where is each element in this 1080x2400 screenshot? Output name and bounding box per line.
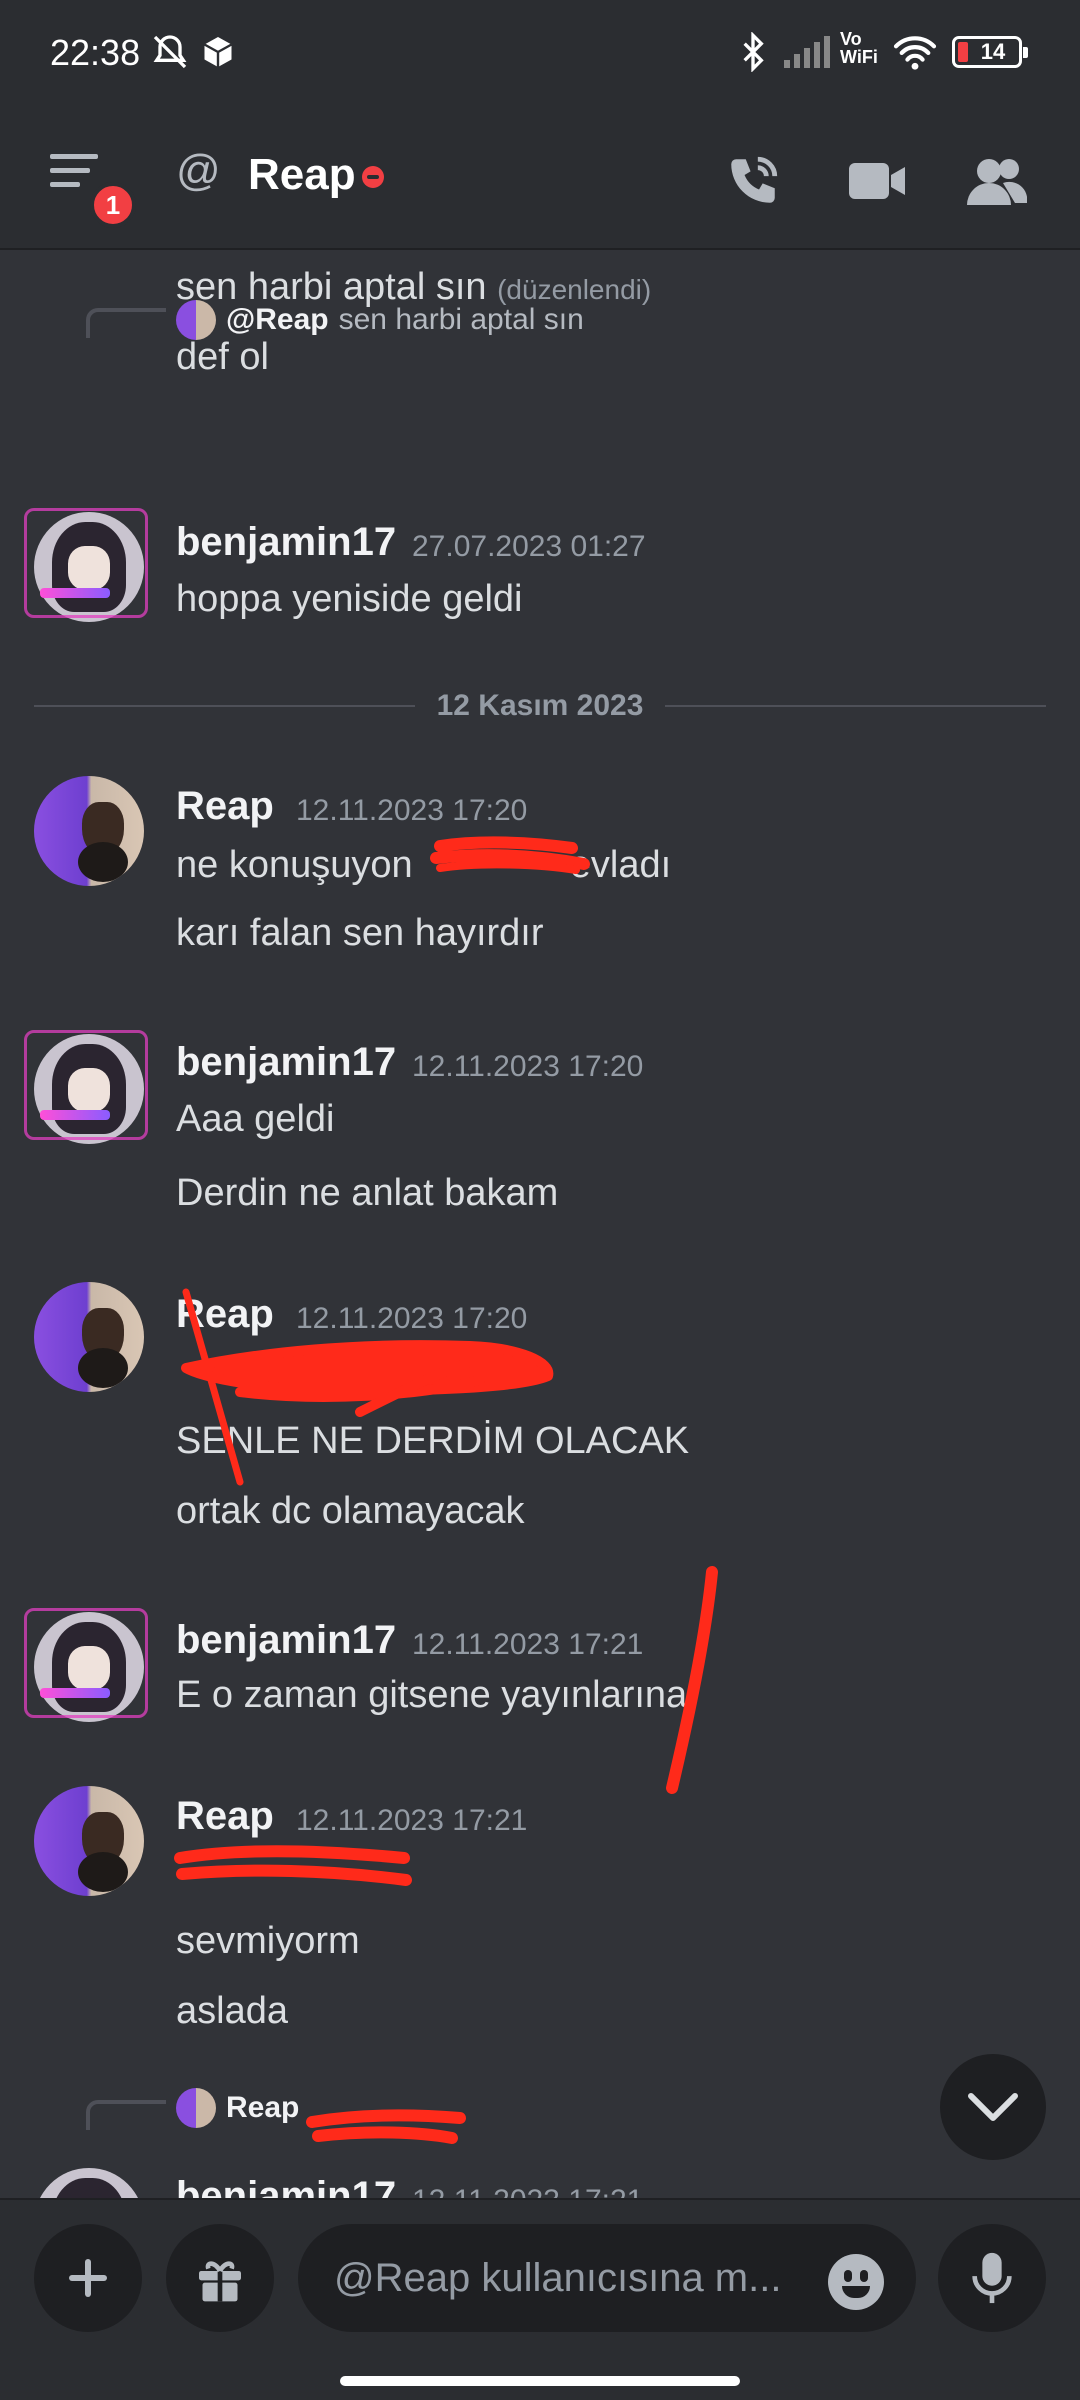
at-icon: @ xyxy=(176,146,221,195)
message-text: Derdin ne anlat bakam xyxy=(176,1172,559,1214)
message-text: hoppa yeniside geldi xyxy=(176,578,523,620)
reply-username: @Reap xyxy=(226,303,329,336)
message-composer: @Reap kullanıcısına m... xyxy=(0,2198,1080,2400)
message-text: SENLE NE DERDİM OLACAK xyxy=(176,1420,690,1462)
reply-connector xyxy=(86,308,166,338)
message-text: sevmiyorm xyxy=(176,1920,360,1962)
reply-text: sen harbi aptal sın xyxy=(338,303,584,336)
message-text: karı falan sen hayırdır xyxy=(176,912,544,954)
avatar[interactable] xyxy=(34,2168,144,2198)
dnd-status-icon xyxy=(362,166,384,188)
phone-call-icon xyxy=(731,156,778,203)
notification-badge: 1 xyxy=(90,182,136,228)
avatar-decoration xyxy=(24,1030,148,1140)
page-title: Reap xyxy=(248,150,356,199)
plus-icon xyxy=(69,2259,107,2297)
timestamp: 12.11.2023 17:21 xyxy=(412,2184,643,2198)
wifi-icon xyxy=(892,30,938,74)
microphone-icon xyxy=(972,2252,1012,2304)
status-time: 22:38 xyxy=(50,32,141,73)
emoji-icon[interactable] xyxy=(828,2254,884,2310)
menu-button[interactable]: 1 xyxy=(48,150,138,228)
video-button[interactable] xyxy=(842,146,912,216)
status-bar: 22:38 Vo WiFi 14 xyxy=(0,0,1080,110)
message-list[interactable]: sen harbi aptal sın (düzenlendi) def ol … xyxy=(0,252,1080,2198)
message-text: def ol xyxy=(176,336,269,378)
message-text: ne konuşuyon evladı xyxy=(176,844,671,887)
username[interactable]: Reap xyxy=(176,1794,274,1839)
avatar-decoration-bar xyxy=(40,588,110,598)
home-indicator xyxy=(340,2376,740,2386)
avatar[interactable] xyxy=(34,1282,144,1392)
gift-icon xyxy=(199,2261,241,2302)
username[interactable]: benjamin17 xyxy=(176,1040,396,1085)
reply-connector xyxy=(86,2100,166,2130)
avatar[interactable] xyxy=(34,776,144,886)
reply-avatar xyxy=(176,2088,216,2128)
avatar[interactable] xyxy=(34,1786,144,1896)
battery-icon: 14 xyxy=(952,30,1028,74)
timestamp: 12.11.2023 17:20 xyxy=(296,794,528,827)
reply-username: Reap xyxy=(226,2091,300,2124)
avatar-decoration xyxy=(24,1608,148,1718)
bluetooth-icon xyxy=(738,30,768,74)
cube-icon xyxy=(200,30,236,74)
vowifi-label: Vo WiFi xyxy=(840,29,878,67)
username[interactable]: Reap xyxy=(176,784,274,829)
add-attachment-button[interactable] xyxy=(34,2224,142,2332)
message-text: Aaa geldi xyxy=(176,1098,335,1140)
reply-preview[interactable]: @Reap sen harbi aptal sın xyxy=(176,298,584,342)
username[interactable]: benjamin17 xyxy=(176,520,396,565)
jump-to-bottom-button[interactable] xyxy=(940,2054,1046,2160)
reply-avatar xyxy=(176,300,216,340)
channel-header: 1 @ Reap xyxy=(0,110,1080,250)
timestamp: 12.11.2023 17:21 xyxy=(296,1804,528,1837)
message-text: aslada xyxy=(176,1990,288,2032)
avatar-decoration-bar xyxy=(40,1110,110,1120)
video-camera-icon xyxy=(849,163,905,199)
message-input[interactable]: @Reap kullanıcısına m... xyxy=(298,2224,916,2332)
message-content: ne konuşuyon xyxy=(176,844,413,886)
reply-preview[interactable]: Reap xyxy=(176,2086,299,2130)
message-text: ortak dc olamayacak xyxy=(176,1490,525,1532)
timestamp: 12.11.2023 17:20 xyxy=(296,1302,528,1335)
avatar-decoration-bar xyxy=(40,1688,110,1698)
gift-button[interactable] xyxy=(166,2224,274,2332)
voice-message-button[interactable] xyxy=(938,2224,1046,2332)
message-text: E o zaman gitsene yayınlarına xyxy=(176,1674,688,1716)
signal-icon xyxy=(782,30,834,74)
timestamp: 27.07.2023 01:27 xyxy=(412,530,646,563)
username[interactable]: benjamin17 xyxy=(176,2174,396,2198)
call-button[interactable] xyxy=(718,146,788,216)
menu-icon xyxy=(50,154,98,187)
date-divider: 12 Kasım 2023 xyxy=(34,686,1047,726)
message-input-placeholder: @Reap kullanıcısına m... xyxy=(334,2256,782,2300)
members-button[interactable] xyxy=(962,146,1032,216)
battery-level: 14 xyxy=(980,39,1006,64)
timestamp: 12.11.2023 17:20 xyxy=(412,1050,644,1083)
bell-muted-icon xyxy=(150,30,190,74)
avatar-decoration xyxy=(24,508,148,618)
members-icon xyxy=(967,159,1027,205)
timestamp: 12.11.2023 17:21 xyxy=(412,1628,644,1661)
username[interactable]: Reap xyxy=(176,1292,274,1337)
date-divider-label: 12 Kasım 2023 xyxy=(436,689,644,722)
username[interactable]: benjamin17 xyxy=(176,1618,396,1663)
chevron-down-icon xyxy=(968,2093,1018,2121)
message-content: evladı xyxy=(569,844,672,886)
